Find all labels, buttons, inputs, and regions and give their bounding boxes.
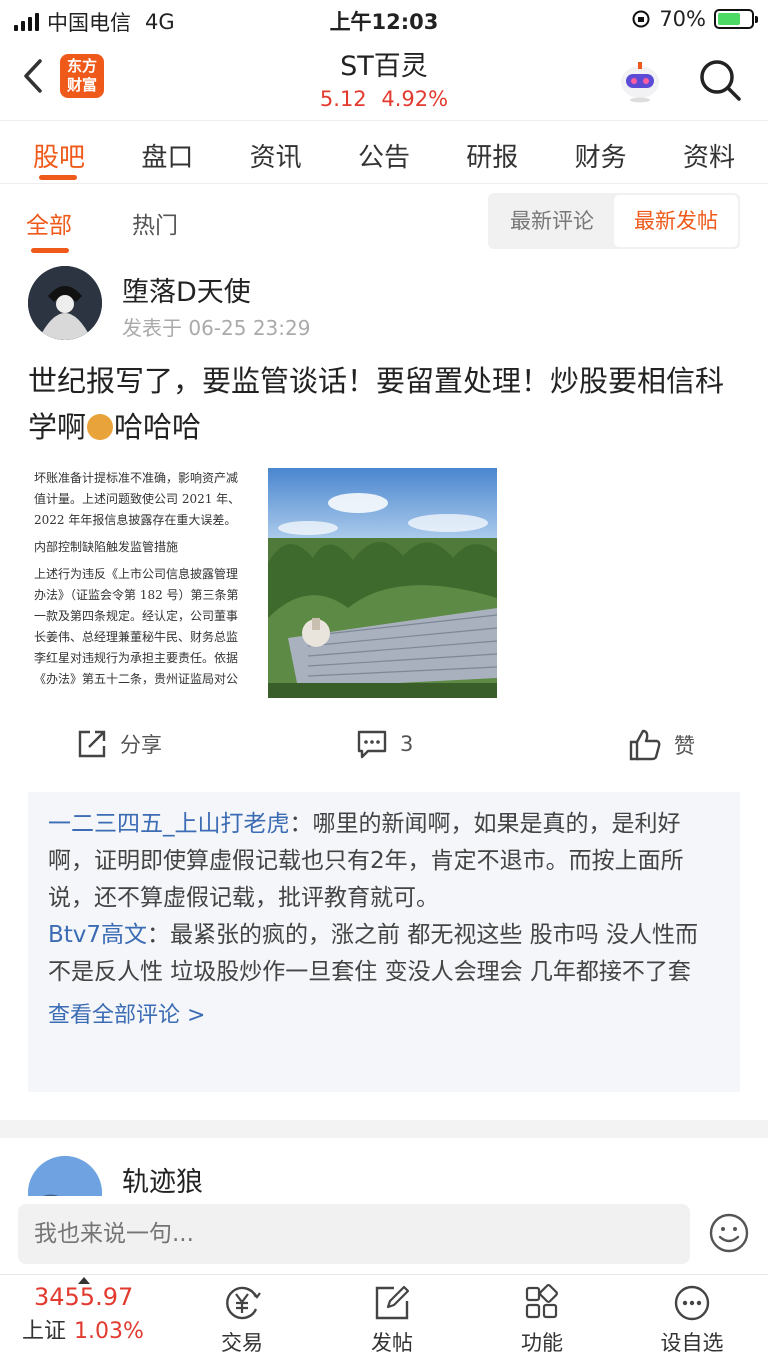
stock-header: 东方 财富 ST百灵 5.12 4.92% [0, 40, 768, 120]
functions-button[interactable]: 功能 [492, 1283, 592, 1357]
comment-icon [357, 730, 387, 759]
post-filters: 全部 热门 最新评论 最新发帖 [0, 186, 768, 260]
comment-input[interactable] [18, 1204, 690, 1264]
status-bar: 中国电信 4G 上午12:03 70% [0, 0, 768, 40]
index-quote[interactable]: 3455.97 上证 1.03% [22, 1277, 172, 1345]
post-author[interactable]: 堕落D天使 [122, 270, 251, 309]
post-body: 世纪报写了，要监管谈话！要留置处理！炒股要相信科学啊 哈哈哈 [28, 358, 740, 450]
tab-guba[interactable]: 股吧 [24, 121, 94, 183]
comment-input-bar [0, 1196, 768, 1274]
edit-icon [375, 1285, 410, 1320]
grid-icon [525, 1284, 558, 1319]
caret-up-icon [78, 1277, 90, 1284]
post-author[interactable]: 轨迹狼 [122, 1160, 203, 1199]
stock-change: 4.92% [381, 87, 449, 111]
post-time: 发表于 06-25 23:29 [122, 316, 311, 340]
comment-user[interactable]: 一二三四五_上山打老虎 [48, 811, 290, 837]
post-text-2: 哈哈哈 [114, 410, 202, 444]
comment-item[interactable]: 一二三四五_上山打老虎：哪里的新闻啊，如果是真的，是利好啊，证明即使算虚假记载也… [48, 806, 720, 917]
doc-line-3: 上述行为违反《上市公司信息披露管理办法》（证监会令第 182 号）第三条第一款及… [34, 567, 239, 686]
comment-button[interactable]: 3 [356, 728, 413, 760]
thumbs-up-icon [629, 729, 661, 761]
comment-item[interactable]: Btv7高文：最紧张的疯的，涨之前 都无视这些 股市吗 没人性而不是反人性 垃圾… [48, 917, 720, 991]
doc-line-1: 坏账准备计提标准不准确，影响资产减值计量。上述问题致使公司 2021 年、202… [34, 471, 241, 527]
section-tabs: 股吧 盘口 资讯 公告 研报 财务 资料 [0, 120, 768, 184]
add-watchlist-button[interactable]: 设自选 [642, 1283, 742, 1357]
comment-user[interactable]: Btv7高文 [48, 922, 147, 948]
search-button[interactable] [696, 56, 744, 104]
index-name: 上证 [22, 1319, 67, 1344]
view-all-comments-link[interactable]: 查看全部评论 > [48, 997, 720, 1034]
tab-profile[interactable]: 资料 [674, 121, 744, 183]
assistant-robot-icon[interactable] [616, 56, 664, 104]
filter-hot[interactable]: 热门 [132, 206, 178, 240]
battery-percent: 70% [659, 7, 706, 31]
sort-latest-comment[interactable]: 最新评论 [490, 195, 614, 247]
tab-pankou[interactable]: 盘口 [132, 121, 202, 183]
tab-announcements[interactable]: 公告 [349, 121, 419, 183]
trade-button[interactable]: 交易 [192, 1283, 292, 1357]
index-value: 3455.97 [34, 1283, 134, 1311]
doc-line-2: 内部控制缺陷触发监管措施 [34, 540, 179, 554]
avatar[interactable] [28, 266, 102, 340]
stock-price: 5.12 [319, 87, 367, 111]
tab-finance[interactable]: 财务 [566, 121, 636, 183]
sort-latest-post[interactable]: 最新发帖 [614, 195, 738, 247]
rotation-lock-icon [632, 10, 650, 28]
yen-coin-icon [226, 1286, 261, 1320]
emoji-button[interactable] [708, 1212, 750, 1254]
more-circle-icon [674, 1285, 710, 1321]
share-button[interactable]: 分享 [76, 728, 162, 760]
comments-preview: 一二三四五_上山打老虎：哪里的新闻啊，如果是真的，是利好啊，证明即使算虚假记载也… [28, 792, 740, 1092]
sort-toggle: 最新评论 最新发帖 [488, 193, 740, 249]
share-icon [78, 730, 106, 758]
tab-research[interactable]: 研报 [457, 121, 527, 183]
like-button[interactable]: 赞 [628, 728, 695, 762]
landscape-photo[interactable] [268, 468, 497, 698]
post-divider [0, 1120, 768, 1138]
smiley-icon [709, 1213, 749, 1253]
document-image[interactable]: 坏账准备计提标准不准确，影响资产减值计量。上述问题致使公司 2021 年、202… [28, 468, 254, 698]
new-post-button[interactable]: 发帖 [342, 1283, 442, 1357]
tab-news[interactable]: 资讯 [241, 121, 311, 183]
index-pct: 1.03% [74, 1319, 144, 1344]
bottom-toolbar: 3455.97 上证 1.03% 交易 发帖 功能 设自选 [0, 1274, 768, 1366]
post-actions: 分享 3 赞 [0, 728, 768, 772]
filter-all[interactable]: 全部 [26, 206, 72, 253]
battery-icon [714, 9, 758, 29]
tiger-emoji-icon [87, 414, 114, 440]
search-icon [700, 60, 741, 101]
